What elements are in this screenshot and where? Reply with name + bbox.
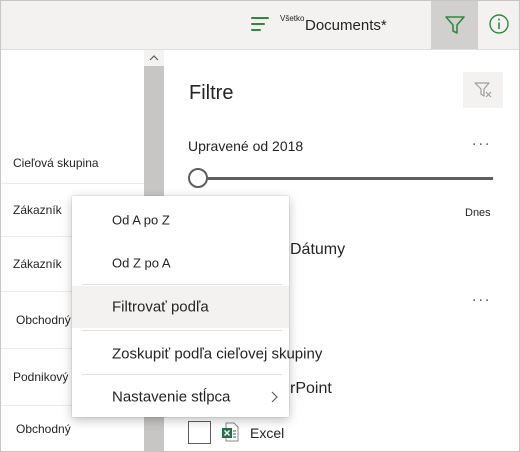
column-context-menu: Od A po Z Od Z po A Filtrovať podľa Zosk… [72,196,322,417]
clear-filter-icon [474,82,492,98]
menu-item-label: Filtrovať podľa [112,298,209,316]
column-header-label: Cieľová skupina [13,155,99,170]
menu-item-label: Od Z po A [112,255,171,271]
menu-item-label: Nastavenie stĺpca [112,388,231,406]
modified-filter-title: Upravené od 2018 [188,138,304,154]
filter-pane-title: Filtre [189,82,234,104]
view-prefix: Všetko [280,14,305,23]
excel-file-icon [222,422,239,442]
column-header-target-audience[interactable]: Cieľová skupina [1,142,144,184]
more-options-button[interactable]: ... [472,288,491,306]
view-selector[interactable]: Documents* [305,17,387,34]
date-slider-thumb[interactable] [188,168,208,188]
file-type-excel-option[interactable]: Excel [188,421,388,445]
command-bar: Všetko Documents* [1,1,519,50]
excel-label: Excel [250,425,285,441]
info-button[interactable] [487,12,511,36]
menu-item-label: Zoskupiť podľa cieľovej skupiny [112,345,323,363]
scroll-up-button[interactable] [144,50,164,66]
menu-separator [82,374,282,375]
date-slider-track[interactable] [198,177,493,180]
menu-item-sort-z-a[interactable]: Od Z po A [72,243,289,283]
more-options-button[interactable]: ... [472,132,491,150]
menu-item-sort-a-z[interactable]: Od A po Z [72,200,289,240]
menu-item-label: Od A po Z [112,212,170,228]
list-view-icon[interactable] [251,17,271,33]
list-item-label: Obchodný [16,313,71,327]
menu-item-filter-by[interactable]: Filtrovať podľa [72,286,289,328]
menu-separator [82,330,282,331]
filter-icon [445,16,465,34]
file-type-powerpoint-label: rPoint [290,380,332,397]
menu-item-column-settings[interactable]: Nastavenie stĺpca [72,377,289,417]
menu-separator [82,284,282,285]
list-item-label: Podnikový [13,370,69,384]
info-icon [489,14,509,34]
chevron-right-icon [271,391,278,403]
list-item-label: Zákazník [13,203,62,217]
slider-end-label: Dnes [465,207,491,219]
list-item-label: Zákazník [13,257,62,271]
chevron-up-icon [149,55,159,61]
excel-checkbox[interactable] [188,421,211,444]
menu-item-group-by-target-audience[interactable]: Zoskupiť podľa cieľovej skupiny [72,334,322,374]
app-window: Všetko Documents* Cieľová skupina Zákazn… [0,0,520,452]
dates-label[interactable]: Dátumy [290,241,345,259]
list-item-label: Obchodný [16,421,71,436]
clear-filters-button[interactable] [463,72,503,108]
filter-pane-button[interactable] [431,1,478,49]
